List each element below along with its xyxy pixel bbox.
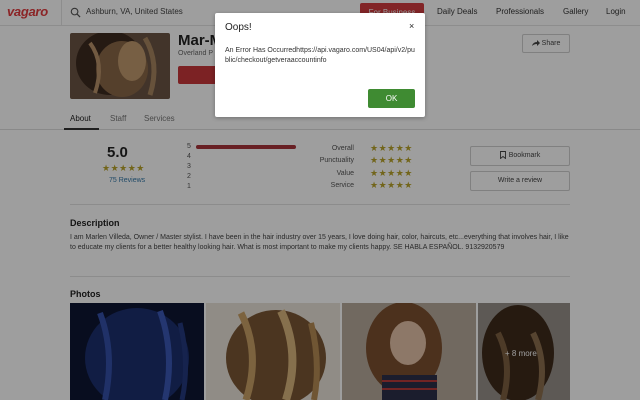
error-dialog: Oops! × An Error Has Occurredhttps://api… xyxy=(215,13,425,117)
error-message: An Error Has Occurredhttps://api.vagaro.… xyxy=(225,47,415,64)
close-icon[interactable]: × xyxy=(409,21,414,31)
ok-button[interactable]: OK xyxy=(368,89,415,108)
dialog-title: Oops! xyxy=(225,22,252,33)
